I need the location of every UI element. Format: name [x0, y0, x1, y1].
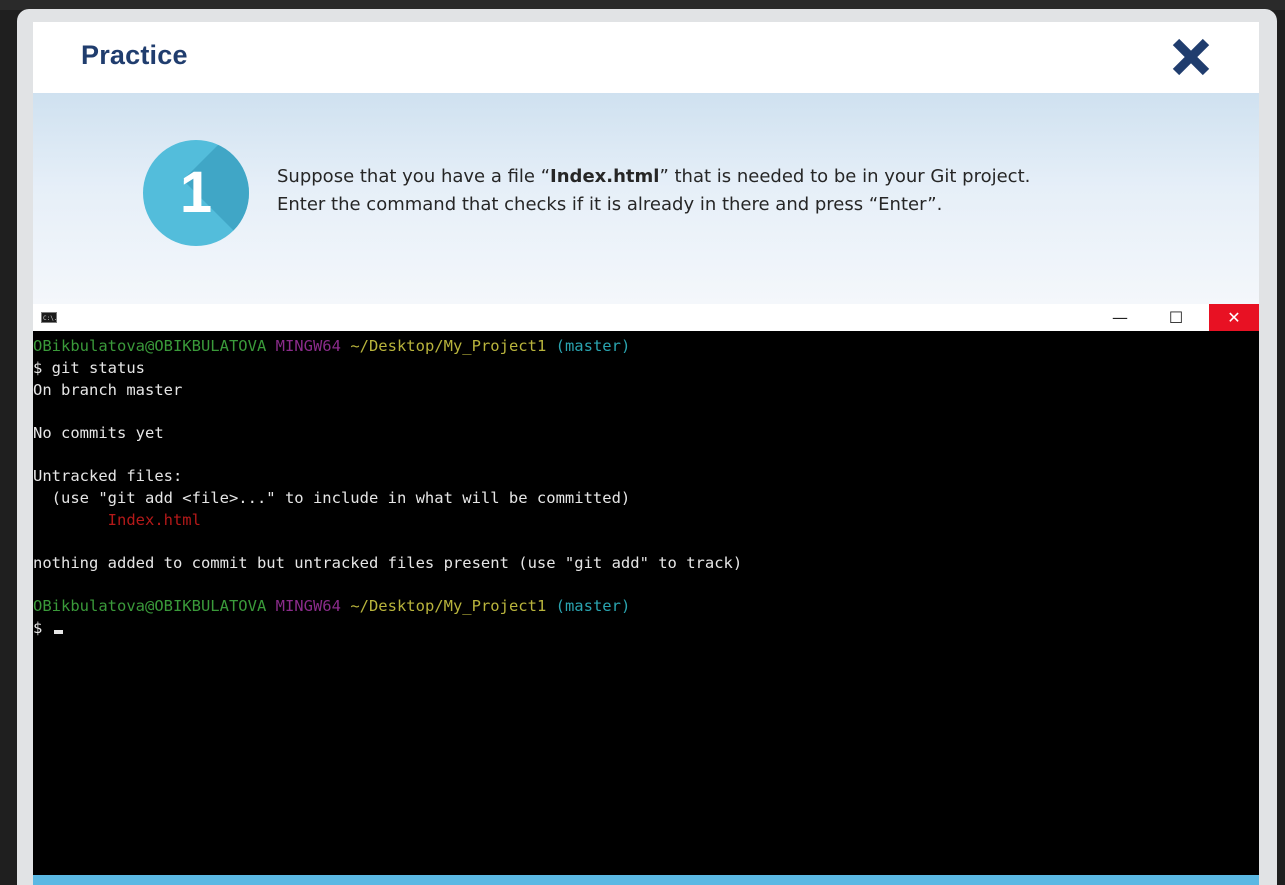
prompt-line: OBikbulatova@OBIKBULATOVA MINGW64 ~/Desk…	[33, 595, 630, 617]
step-number-badge: 1	[143, 140, 249, 246]
untracked-file: Index.html	[33, 511, 201, 529]
terminal-titlebar: C:\. — ☐ ✕	[33, 304, 1259, 331]
prompt-user: OBikbulatova@OBIKBULATOVA	[33, 597, 267, 615]
panel-header: Practice	[33, 22, 1259, 93]
instruction-suffix: ” that is needed to be in your Git proje…	[659, 166, 1031, 187]
prompt-user: OBikbulatova@OBIKBULATOVA	[33, 337, 267, 355]
file-name: Index.html	[550, 166, 660, 187]
output-line: (use "git add <file>..." to include in w…	[33, 489, 631, 507]
terminal-close-button[interactable]: ✕	[1209, 304, 1259, 331]
prompt-env: MINGW64	[275, 337, 341, 355]
input-prompt: $	[33, 619, 52, 637]
minimize-button[interactable]: —	[1097, 304, 1143, 331]
instruction-line-2: Enter the command that checks if it is a…	[277, 194, 943, 215]
page-title: Practice	[81, 40, 188, 70]
console-icon: C:\.	[41, 312, 57, 323]
prompt-path: ~/Desktop/My_Project1	[350, 597, 547, 615]
practice-panel: Practice 1 Suppose that you have a file …	[33, 22, 1259, 885]
instruction-prefix: Suppose that you have a file “	[277, 166, 551, 187]
task-instructions: Suppose that you have a file “Index.html…	[277, 163, 1177, 219]
close-icon[interactable]	[1171, 37, 1211, 77]
prompt-branch: (master)	[555, 597, 631, 615]
input-line[interactable]: $	[33, 617, 63, 639]
output-line: Untracked files:	[33, 467, 183, 485]
prompt-path: ~/Desktop/My_Project1	[350, 337, 547, 355]
prompt-branch: (master)	[555, 337, 631, 355]
task-area: 1 Suppose that you have a file “Index.ht…	[33, 93, 1259, 304]
maximize-button[interactable]: ☐	[1153, 304, 1199, 331]
output-line: No commits yet	[33, 424, 164, 442]
output-line: nothing added to commit but untracked fi…	[33, 554, 743, 572]
output-line: On branch master	[33, 381, 183, 399]
bottom-bar	[33, 875, 1259, 885]
text-cursor	[53, 630, 63, 634]
terminal-console[interactable]: OBikbulatova@OBIKBULATOVA MINGW64 ~/Desk…	[33, 331, 1259, 875]
prompt-line: OBikbulatova@OBIKBULATOVA MINGW64 ~/Desk…	[33, 335, 630, 357]
command-line: $ git status	[33, 359, 145, 377]
step-number: 1	[179, 160, 213, 225]
instruction-line-1: Suppose that you have a file “Index.html…	[277, 163, 1177, 191]
prompt-env: MINGW64	[275, 597, 341, 615]
